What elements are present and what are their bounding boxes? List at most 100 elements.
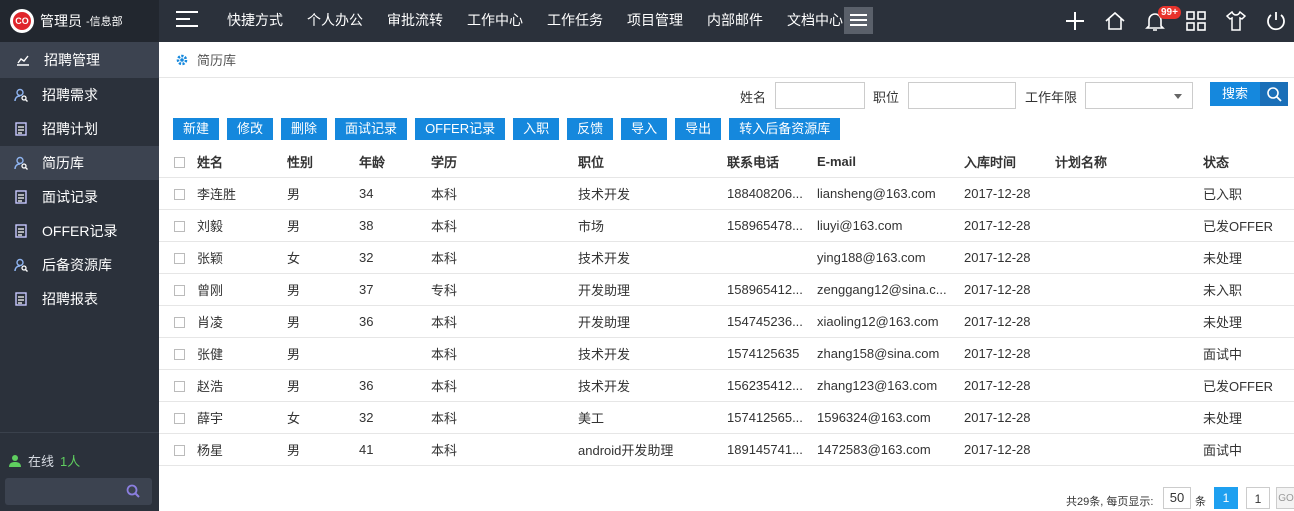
online-status: 在线 1人 <box>8 451 159 470</box>
row-checkbox[interactable] <box>174 316 185 328</box>
theme-shirt-icon[interactable] <box>1224 9 1248 33</box>
document-icon <box>15 190 27 204</box>
top-nav-item[interactable]: 内部邮件 <box>695 0 775 42</box>
select-all-checkbox[interactable] <box>174 156 185 168</box>
menu-toggle-icon[interactable] <box>176 11 198 31</box>
table-cell: 1596324@163.com <box>817 401 964 434</box>
apps-grid-icon[interactable] <box>1184 9 1208 33</box>
top-nav-item[interactable]: 个人办公 <box>295 0 375 42</box>
column-header[interactable]: 姓名 <box>197 146 287 178</box>
column-header[interactable]: 联系电话 <box>727 146 817 178</box>
page-size-input[interactable]: 50 <box>1163 487 1191 509</box>
table-row[interactable]: 曾刚男 37 专科 开发助理 158965412... zenggang12@sina.c… <box>159 273 1294 306</box>
top-nav-item[interactable]: 审批流转 <box>375 0 455 42</box>
table-cell: 189145741... <box>727 433 817 466</box>
table-cell: 1574125635 <box>727 337 817 370</box>
toolbar-button[interactable]: 导入 <box>621 118 668 140</box>
column-header[interactable]: 计划名称 <box>1055 146 1203 178</box>
row-checkbox[interactable] <box>174 220 185 232</box>
sidebar-item[interactable]: 招聘计划 <box>0 112 159 146</box>
table-row[interactable]: 赵浩男 36 本科 技术开发 156235412... zhang123@163.com 2… <box>159 369 1294 402</box>
table-row[interactable]: 张颖女 32 本科 技术开发 ying188@163.com 2017-12-28 未处理 <box>159 241 1294 274</box>
position-label: 职位 <box>873 90 900 105</box>
table-row[interactable]: 杨星男 41 本科 android开发助理 189145741... 1472583@16… <box>159 433 1294 466</box>
go-button[interactable]: GO <box>1276 487 1294 509</box>
current-page-button[interactable]: 1 <box>1214 487 1238 509</box>
table-cell: 已入职 <box>1203 177 1294 210</box>
search-button[interactable]: 搜索 <box>1210 82 1260 106</box>
current-user[interactable]: 管理员 <box>40 11 82 31</box>
toolbar-button[interactable]: 入职 <box>513 118 560 140</box>
table-cell <box>1055 369 1203 402</box>
name-input[interactable] <box>775 82 865 109</box>
column-header[interactable]: 性别 <box>287 146 359 178</box>
table-cell: 开发助理 <box>578 305 727 338</box>
table-cell: 男 <box>287 337 359 370</box>
column-header[interactable]: 职位 <box>578 146 727 178</box>
toolbar-button[interactable]: 新建 <box>173 118 220 140</box>
more-menu-button[interactable] <box>844 7 873 34</box>
sidebar-search-input[interactable] <box>5 478 152 505</box>
row-checkbox[interactable] <box>174 284 185 296</box>
table-row[interactable]: 张健男 本科 技术开发 1574125635 zhang158@sina.com 2017… <box>159 337 1294 370</box>
search-icon-button[interactable] <box>1260 82 1288 106</box>
page-jump-input[interactable]: 1 <box>1246 487 1270 509</box>
sidebar-header[interactable]: 招聘管理 <box>0 42 159 78</box>
table-row[interactable]: 李连胜男 34 本科 技术开发 188408206... liansheng@163.co… <box>159 177 1294 210</box>
top-nav-item[interactable]: 工作任务 <box>535 0 615 42</box>
table-cell: 156235412... <box>727 369 817 402</box>
row-checkbox[interactable] <box>174 444 185 456</box>
row-checkbox[interactable] <box>174 412 185 424</box>
top-nav-item[interactable]: 文档中心 <box>775 0 855 42</box>
table-row[interactable]: 薛宇女 32 本科 美工 157412565... 1596324@163.com 2017… <box>159 401 1294 434</box>
toolbar-button[interactable]: 删除 <box>281 118 328 140</box>
sidebar-item[interactable]: OFFER记录 <box>0 214 159 248</box>
toolbar-button[interactable]: 面试记录 <box>335 118 408 140</box>
position-input[interactable] <box>908 82 1016 109</box>
sidebar-item[interactable]: 招聘报表 <box>0 282 159 316</box>
sidebar-item[interactable]: 招聘需求 <box>0 78 159 112</box>
table-cell: 本科 <box>431 401 578 434</box>
column-header[interactable]: 年龄 <box>359 146 431 178</box>
sidebar-item[interactable]: 简历库 <box>0 146 159 180</box>
table-row[interactable]: 刘毅男 38 本科 市场 158965478... liuyi@163.com 2017-1… <box>159 209 1294 242</box>
power-icon[interactable] <box>1264 9 1288 33</box>
row-checkbox[interactable] <box>174 348 185 360</box>
top-nav-item[interactable]: 快捷方式 <box>215 0 295 42</box>
chart-icon <box>17 55 29 66</box>
years-select[interactable] <box>1085 82 1193 109</box>
table-cell: 赵浩 <box>197 369 287 402</box>
table-cell: 本科 <box>431 433 578 466</box>
app-logo: CO <box>10 9 34 33</box>
column-header[interactable]: 状态 <box>1203 146 1294 178</box>
column-header[interactable]: 入库时间 <box>964 146 1055 178</box>
table-cell: 杨星 <box>197 433 287 466</box>
table-cell: 34 <box>359 177 431 210</box>
search-icon[interactable] <box>126 484 140 498</box>
toolbar-button[interactable]: 反馈 <box>567 118 614 140</box>
sidebar-item-label: 招聘需求 <box>42 87 98 103</box>
table-cell: 157412565... <box>727 401 817 434</box>
row-checkbox[interactable] <box>174 252 185 264</box>
row-checkbox[interactable] <box>174 188 185 200</box>
toolbar-button[interactable]: 转入后备资源库 <box>729 118 841 140</box>
table-cell: 面试中 <box>1203 433 1294 466</box>
top-nav-item[interactable]: 工作中心 <box>455 0 535 42</box>
column-header[interactable]: E-mail <box>817 146 964 178</box>
sidebar-item[interactable]: 面试记录 <box>0 180 159 214</box>
table-cell <box>1055 401 1203 434</box>
sidebar-item[interactable]: 后备资源库 <box>0 248 159 282</box>
column-header[interactable]: 学历 <box>431 146 578 178</box>
toolbar-button[interactable]: 导出 <box>675 118 722 140</box>
toolbar-button[interactable]: OFFER记录 <box>415 118 506 140</box>
row-checkbox[interactable] <box>174 380 185 392</box>
years-label: 工作年限 <box>1025 90 1078 105</box>
table-row[interactable]: 肖凌男 36 本科 开发助理 154745236... xiaoling12@163.co… <box>159 305 1294 338</box>
toolbar-button[interactable]: 修改 <box>227 118 274 140</box>
table-cell <box>1055 241 1203 274</box>
table-cell: 2017-12-28 <box>964 401 1055 434</box>
home-icon[interactable] <box>1103 9 1127 33</box>
top-nav-item[interactable]: 项目管理 <box>615 0 695 42</box>
add-icon[interactable] <box>1063 9 1087 33</box>
table-cell: 男 <box>287 305 359 338</box>
